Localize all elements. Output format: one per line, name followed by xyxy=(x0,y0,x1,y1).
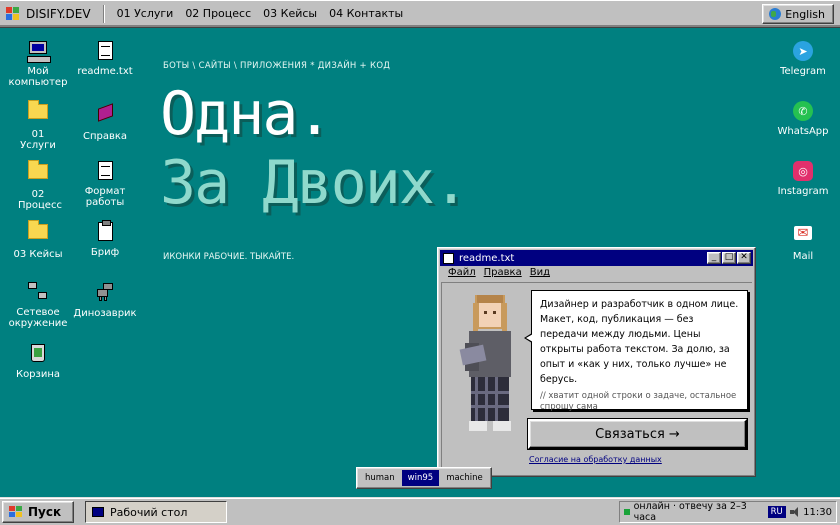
speech-bubble: Дизайнер и разработчик в одном лице. Мак… xyxy=(524,290,748,412)
desktop-icon-label: WhatsApp xyxy=(777,126,829,137)
desktop-icon-brief[interactable]: Бриф xyxy=(73,220,137,258)
consent-link[interactable]: Согласие на обработку данных xyxy=(529,455,662,464)
taskbar: Пуск Рабочий стол онлайн · отвечу за 2–3… xyxy=(0,497,840,525)
desktop-icon-label: Mail xyxy=(792,251,814,262)
help-book-icon xyxy=(94,103,116,128)
desktop-icon-label: Динозаврик xyxy=(73,308,137,319)
recycle-bin-icon xyxy=(27,344,49,366)
desktop-icon-dino[interactable]: Динозаврик xyxy=(73,281,137,319)
desktop-icon-label: Instagram xyxy=(777,186,829,197)
taskbar-item-label: Рабочий стол xyxy=(110,505,188,519)
hero-note: ИКОНКИ РАБОЧИЕ. ТЫКАЙТЕ. xyxy=(163,252,295,262)
nav-cases[interactable]: 03 Кейсы xyxy=(257,7,323,20)
theme-mode-switch: human win95 machine xyxy=(356,467,492,489)
desktop-icon-label: Формат работы xyxy=(84,186,126,208)
whatsapp-icon: ✆ xyxy=(792,101,814,123)
hero-kicker: БОТЫ \ САЙТЫ \ ПРИЛОЖЕНИЯ * ДИЗАЙН + КОД xyxy=(163,61,391,71)
top-menu-bar: DISIFY.DEV 01 Услуги 02 Процесс 03 Кейсы… xyxy=(0,0,840,28)
close-button[interactable]: ✕ xyxy=(737,252,751,264)
brand-name: DISIFY.DEV xyxy=(26,6,91,21)
windows-logo-icon xyxy=(6,6,20,21)
dinosaur-icon xyxy=(94,283,116,305)
desktop-icon-label: 02 Процесс xyxy=(18,189,62,211)
desktop-icon-label: Telegram xyxy=(780,66,826,77)
globe-icon xyxy=(769,8,782,20)
window-title: readme.txt xyxy=(459,252,515,264)
windows-logo-icon xyxy=(9,506,23,518)
desktop-icon-readme[interactable]: readme.txt xyxy=(73,40,137,77)
mode-human[interactable]: human xyxy=(359,470,401,486)
system-tray: онлайн · отвечу за 2–3 часа RU 11:30 xyxy=(619,501,837,523)
designer-avatar-illustration xyxy=(459,295,511,431)
contact-button[interactable]: Связаться → xyxy=(528,419,747,449)
window-body: Дизайнер и разработчик в одном лице. Мак… xyxy=(441,282,752,472)
mode-win95[interactable]: win95 xyxy=(401,470,440,486)
online-status-icon xyxy=(624,509,630,515)
telegram-icon: ➤ xyxy=(792,41,814,63)
desktop-icon-work-format[interactable]: Формат работы xyxy=(73,160,137,208)
desktop-icon-network[interactable]: Сетевое окружение xyxy=(6,281,70,329)
my-computer-icon xyxy=(27,41,51,63)
brand[interactable]: DISIFY.DEV xyxy=(6,6,103,21)
language-button[interactable]: English xyxy=(762,4,834,24)
text-file-icon xyxy=(94,41,116,63)
minimize-button[interactable]: _ xyxy=(707,252,721,264)
status-text: онлайн · отвечу за 2–3 часа xyxy=(633,501,747,523)
mode-machine[interactable]: machine xyxy=(440,470,489,486)
desktop-icon-help[interactable]: Справка xyxy=(73,100,137,142)
menu-file[interactable]: Файл xyxy=(444,267,480,280)
mail-icon: ✉ xyxy=(792,226,814,248)
folder-icon xyxy=(27,220,49,246)
clipboard-icon xyxy=(94,220,116,244)
computer-icon xyxy=(92,507,104,517)
desktop-icon-whatsapp[interactable]: ✆ WhatsApp xyxy=(771,101,835,137)
language-label: English xyxy=(785,7,825,21)
hero-title-line-2: За Двоих. xyxy=(160,148,469,218)
desktop-icon-label: Бриф xyxy=(90,247,120,258)
maximize-button[interactable]: □ xyxy=(722,252,736,264)
desktop-icon-label: readme.txt xyxy=(77,66,133,77)
nav-services[interactable]: 01 Услуги xyxy=(111,7,180,20)
start-button[interactable]: Пуск xyxy=(2,501,74,523)
desktop-icon-my-computer[interactable]: Мой компьютер xyxy=(6,40,70,88)
menu-edit[interactable]: Правка xyxy=(480,267,526,280)
desktop-icon-cases[interactable]: 03 Кейсы xyxy=(6,220,70,260)
desktop-icon-process[interactable]: 02 Процесс xyxy=(6,160,70,211)
desktop-icon-label: Мой компьютер xyxy=(8,66,68,88)
desktop-icon-mail[interactable]: ✉ Mail xyxy=(771,222,835,262)
desktop-icon-label: Справка xyxy=(82,131,128,142)
bubble-text: Дизайнер и разработчик в одном лице. Мак… xyxy=(540,299,739,385)
taskbar-item-desktop[interactable]: Рабочий стол xyxy=(85,501,227,523)
divider xyxy=(102,4,105,23)
folder-icon xyxy=(27,100,49,126)
speaker-icon[interactable] xyxy=(789,507,799,517)
desktop-icon-instagram[interactable]: ◎ Instagram xyxy=(771,161,835,197)
network-icon xyxy=(27,282,49,304)
nav-contacts[interactable]: 04 Контакты xyxy=(323,7,409,20)
desktop-icon-label: Корзина xyxy=(15,369,61,380)
notepad-icon xyxy=(443,252,454,264)
instagram-icon: ◎ xyxy=(792,161,814,183)
menu-view[interactable]: Вид xyxy=(526,267,554,280)
start-label: Пуск xyxy=(28,505,62,519)
readme-window: readme.txt _ □ ✕ Файл Правка Вид Дизайне… xyxy=(437,247,756,477)
window-menubar: Файл Правка Вид xyxy=(440,266,753,281)
desktop-icon-label: 03 Кейсы xyxy=(13,249,63,260)
bubble-subtext: // хватит одной строки о задаче, остальн… xyxy=(540,391,737,412)
desktop-icon-label: Сетевое окружение xyxy=(8,307,68,329)
hero-title-line-1: Одна. xyxy=(160,79,333,149)
folder-icon xyxy=(27,160,49,186)
window-titlebar[interactable]: readme.txt _ □ ✕ xyxy=(440,250,753,266)
keyboard-layout-indicator[interactable]: RU xyxy=(767,506,786,518)
desktop-icon-label: 01 Услуги xyxy=(20,129,56,151)
desktop-icon-services[interactable]: 01 Услуги xyxy=(6,100,70,151)
nav-process[interactable]: 02 Процесс xyxy=(179,7,257,20)
document-pen-icon xyxy=(94,161,116,183)
desktop-icon-recycle-bin[interactable]: Корзина xyxy=(6,342,70,380)
clock: 11:30 xyxy=(803,506,832,518)
desktop-icon-telegram[interactable]: ➤ Telegram xyxy=(771,41,835,77)
